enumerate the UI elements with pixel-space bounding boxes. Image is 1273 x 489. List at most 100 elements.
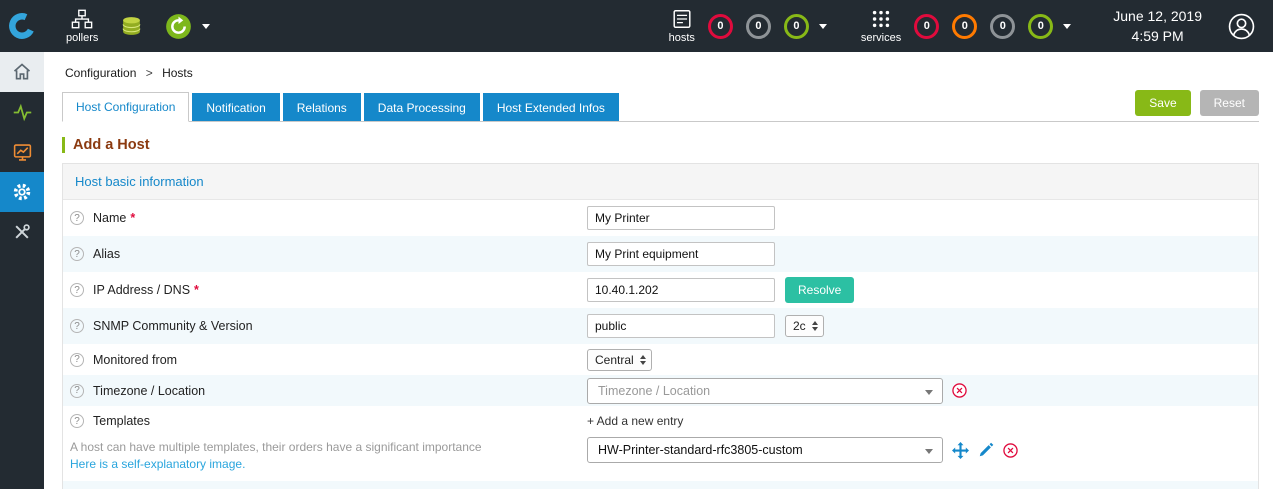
chevron-down-icon[interactable] [1063, 23, 1072, 29]
pollers-menu[interactable]: pollers [66, 8, 98, 44]
hosts-menu[interactable]: hosts [669, 8, 695, 44]
top-bar: pollers hosts 0 0 0 services 0 0 0 0 Jun… [0, 0, 1273, 52]
tab-bar: Host Configuration Notification Relation… [62, 90, 1259, 122]
user-profile-button[interactable] [1228, 13, 1255, 40]
tab-notification[interactable]: Notification [192, 93, 280, 121]
section-header-basic-info: Host basic information [63, 164, 1258, 200]
name-label: Name [93, 211, 127, 225]
reset-button[interactable]: Reset [1199, 90, 1259, 116]
database-icon [120, 15, 143, 38]
centreon-logo-icon [9, 13, 35, 39]
name-input[interactable] [587, 206, 775, 230]
main-content: Configuration > Hosts Host Configuration… [44, 52, 1273, 489]
tab-host-extended-infos[interactable]: Host Extended Infos [482, 93, 619, 121]
help-icon[interactable]: ? [70, 352, 84, 367]
form-row-timezone: ? Timezone / Location Timezone / Locatio… [63, 375, 1258, 406]
templates-help-text: A host can have multiple templates, thei… [70, 440, 482, 454]
move-icon [952, 441, 969, 459]
templates-label: Templates [93, 414, 150, 428]
sidebar-item-monitoring[interactable] [0, 92, 44, 132]
tab-data-processing[interactable]: Data Processing [363, 93, 480, 121]
chevron-down-icon [925, 389, 933, 395]
help-icon[interactable]: ? [70, 247, 84, 261]
tab-actions: Save Reset [1126, 90, 1259, 121]
datetime-display: June 12, 2019 4:59 PM [1113, 6, 1202, 47]
save-button[interactable]: Save [1135, 90, 1191, 116]
help-icon[interactable]: ? [70, 319, 84, 333]
template-delete-button[interactable] [1003, 442, 1018, 458]
sidebar-item-configuration[interactable] [0, 172, 44, 212]
snmp-version-select[interactable]: 2c [785, 315, 824, 337]
alias-label: Alias [93, 247, 121, 261]
hosts-icon [671, 8, 693, 30]
add-template-entry-link[interactable]: + Add a new entry [587, 414, 683, 428]
services-warning-badge[interactable]: 0 [952, 13, 978, 39]
snmp-version-value: 2c [793, 319, 806, 333]
monitored-from-label: Monitored from [93, 352, 178, 367]
services-critical-badge[interactable]: 0 [914, 13, 940, 39]
sidebar-item-reporting[interactable] [0, 132, 44, 172]
hosts-unreachable-badge[interactable]: 0 [745, 13, 771, 39]
timezone-delete-button[interactable] [952, 383, 967, 398]
services-unknown-badge[interactable]: 0 [990, 13, 1016, 39]
heartbeat-icon [13, 103, 31, 121]
form-row-alias: ? Alias [63, 236, 1258, 272]
breadcrumb-hosts[interactable]: Hosts [162, 66, 193, 80]
services-ok-badge[interactable]: 0 [1028, 13, 1054, 39]
breadcrumb-configuration[interactable]: Configuration [65, 66, 136, 80]
snmp-community-input[interactable] [587, 314, 775, 338]
help-icon[interactable]: ? [70, 283, 84, 297]
tab-host-configuration[interactable]: Host Configuration [62, 92, 190, 122]
database-menu[interactable] [120, 15, 143, 38]
resolve-button[interactable]: Resolve [785, 277, 855, 303]
templates-help-link[interactable]: Here is a self-explanatory image. [70, 457, 587, 471]
tools-icon [15, 224, 30, 239]
help-icon[interactable]: ? [70, 383, 84, 398]
tab-relations[interactable]: Relations [282, 93, 361, 121]
pollers-label: pollers [66, 32, 99, 44]
template-move-handle[interactable] [952, 441, 969, 459]
timezone-select[interactable]: Timezone / Location [587, 377, 943, 404]
required-marker: * [194, 283, 199, 297]
form-row-create-services: ? Create Services linked to the Template… [63, 481, 1258, 489]
status-ok-icon [165, 13, 192, 40]
pencil-icon [979, 442, 994, 457]
chart-icon [13, 143, 31, 161]
services-menu[interactable]: services [861, 8, 901, 44]
alias-input[interactable] [587, 242, 775, 266]
template-edit-button[interactable] [978, 442, 994, 458]
form-row-templates: ? Templates A host can have multiple tem… [63, 406, 1258, 481]
ip-input[interactable] [587, 278, 775, 302]
host-form: Host basic information ? Name * ? Alias [62, 163, 1259, 489]
hosts-up-badge[interactable]: 0 [783, 13, 809, 39]
select-arrows-icon [811, 321, 818, 331]
services-status-group: services 0 0 0 0 [861, 8, 1072, 44]
chevron-down-icon[interactable] [202, 23, 211, 29]
help-icon[interactable]: ? [70, 211, 84, 225]
template-select[interactable]: HW-Printer-standard-rfc3805-custom [587, 437, 943, 463]
user-icon [1228, 13, 1255, 39]
help-icon[interactable]: ? [70, 414, 84, 428]
hosts-label: hosts [668, 32, 695, 44]
page-title: Add a Host [62, 137, 1259, 153]
services-label: services [860, 32, 902, 44]
form-row-ip: ? IP Address / DNS * Resolve [63, 272, 1258, 308]
current-date: June 12, 2019 [1113, 7, 1202, 24]
monitored-from-value: Central [595, 352, 634, 367]
chevron-down-icon [925, 449, 933, 454]
chevron-down-icon[interactable] [818, 23, 827, 29]
timezone-label: Timezone / Location [93, 383, 206, 398]
required-marker: * [130, 211, 136, 225]
centreon-logo[interactable] [0, 0, 44, 52]
sidebar-item-administration[interactable] [0, 212, 44, 252]
pollers-icon [71, 8, 93, 30]
sidebar-nav [0, 52, 44, 489]
sidebar-item-home[interactable] [0, 52, 44, 92]
form-row-snmp: ? SNMP Community & Version 2c [63, 308, 1258, 344]
snmp-label: SNMP Community & Version [93, 319, 253, 333]
ip-label: IP Address / DNS [93, 283, 191, 297]
monitored-from-select[interactable]: Central [587, 348, 652, 371]
home-icon [13, 63, 31, 80]
platform-status-menu[interactable] [165, 13, 192, 40]
hosts-down-badge[interactable]: 0 [707, 13, 733, 39]
